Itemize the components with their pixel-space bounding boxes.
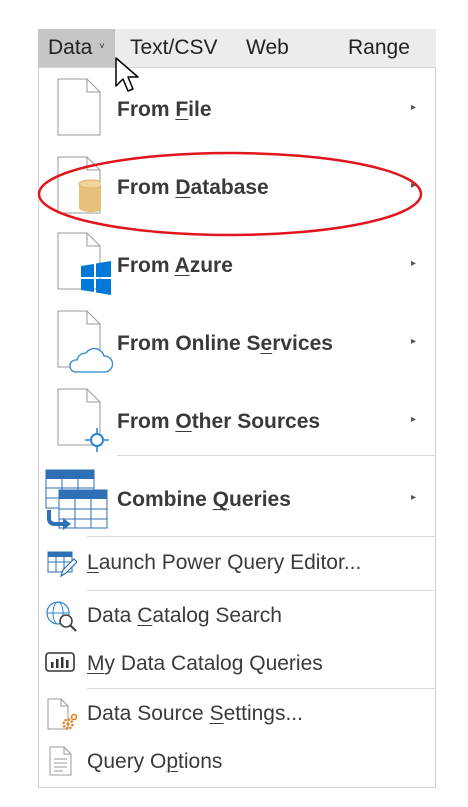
tab-data[interactable]: Data ˅ <box>38 29 115 67</box>
menu-item-label: Query Options <box>87 750 223 773</box>
excel-get-data-screen: { "ribbon": { "tabs": [ {"label": "Data"… <box>0 0 468 807</box>
query-options-icon <box>49 746 72 776</box>
submenu-arrow-icon: ▸ <box>411 258 417 269</box>
submenu-arrow-icon: ▸ <box>411 492 417 503</box>
menu-item-label: From Other Sources <box>117 410 321 433</box>
menu-item-label: Launch Power Query Editor... <box>87 551 362 574</box>
menu-item-combine-queries[interactable]: Combine Queries ▸ <box>39 458 435 536</box>
submenu-arrow-icon: ▸ <box>411 336 417 347</box>
tab-range[interactable]: Range <box>348 29 410 67</box>
menu-item-label: My Data Catalog Queries <box>87 652 323 675</box>
submenu-arrow-icon: ▸ <box>411 102 417 113</box>
menu-item-my-data-catalog-queries[interactable]: My Data Catalog Queries <box>39 640 435 688</box>
file-icon <box>57 78 101 136</box>
mouse-cursor-icon <box>115 57 139 92</box>
menu-item-from-file[interactable]: From File ▸ <box>39 68 435 146</box>
menu-item-from-online-services[interactable]: From Online Services ▸ <box>39 302 435 380</box>
tab-web[interactable]: Web <box>246 29 289 67</box>
catalog-search-icon <box>46 601 77 632</box>
catalog-queries-icon <box>45 652 75 672</box>
highlight-ellipse-annotation <box>37 151 423 237</box>
cloud-icon <box>57 310 113 373</box>
menu-item-data-source-settings[interactable]: Data Source Settings... <box>39 690 435 738</box>
menu-item-label: From Azure <box>117 254 233 277</box>
menu-separator <box>87 688 435 689</box>
menu-item-label: Data Source Settings... <box>87 702 303 725</box>
menu-item-label: From Online Services <box>117 332 333 355</box>
menu-item-label: Combine Queries <box>117 488 291 511</box>
menu-item-from-other-sources[interactable]: From Other Sources ▸ <box>39 380 435 458</box>
chevron-down-icon: ˅ <box>99 41 105 52</box>
menu-separator <box>87 536 435 537</box>
power-query-editor-icon <box>47 551 77 578</box>
menu-separator <box>87 590 435 591</box>
other-sources-icon <box>57 388 109 452</box>
menu-item-launch-power-query-editor[interactable]: Launch Power Query Editor... <box>39 538 435 590</box>
menu-item-data-catalog-search[interactable]: Data Catalog Search <box>39 592 435 640</box>
menu-item-label: From File <box>117 98 212 121</box>
menu-separator <box>117 455 435 456</box>
menu-item-label: Data Catalog Search <box>87 604 282 627</box>
data-source-settings-icon <box>47 698 77 730</box>
menu-item-query-options[interactable]: Query Options <box>39 738 435 786</box>
combine-queries-icon <box>45 469 108 530</box>
azure-icon <box>57 232 111 295</box>
ribbon-tab-bar: Data ˅ Text/CSV Web Range <box>38 29 436 68</box>
tab-text-csv[interactable]: Text/CSV <box>130 29 218 67</box>
submenu-arrow-icon: ▸ <box>411 414 417 425</box>
tab-data-label: Data <box>48 36 93 59</box>
